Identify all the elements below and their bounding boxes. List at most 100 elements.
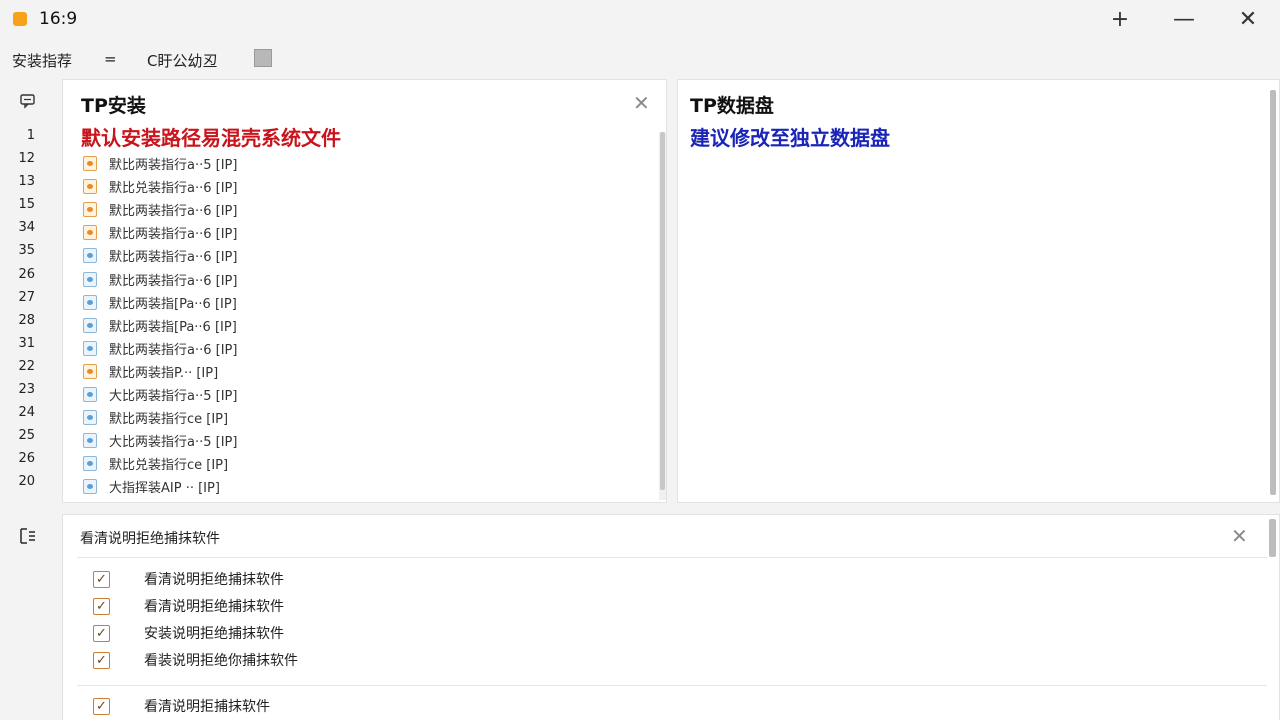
checkbox[interactable]: ✓	[93, 697, 110, 715]
file-list-item[interactable]: 默比两装指行a··6 [IP]	[83, 244, 237, 267]
list-icon[interactable]	[18, 526, 38, 546]
file-icon	[83, 410, 97, 426]
checklist-label: 看清说明拒捕抹软件	[144, 699, 270, 715]
checklist-item[interactable]: ✓ 安装说明拒绝捕抹软件	[93, 623, 284, 643]
file-list-item[interactable]: 默比兑装指行ce [IP]	[83, 452, 237, 475]
toolbar-square-button[interactable]	[254, 49, 272, 67]
comment-icon[interactable]	[18, 91, 38, 111]
title-bar: 16:9 + — ✕	[0, 0, 1280, 38]
line-number: 22	[18, 358, 35, 374]
menu-install-guide[interactable]: 安装指荐	[12, 50, 72, 71]
panel-title: TP安装	[81, 95, 146, 117]
line-number: 24	[18, 405, 35, 421]
divider	[77, 557, 1267, 558]
warning-text: 默认安装路径易混壳系统文件	[81, 126, 341, 150]
file-list-item[interactable]: 大指挥装AIP ·· [IP]	[83, 475, 237, 498]
line-number: 35	[18, 243, 35, 259]
line-number: 13	[18, 174, 35, 190]
line-number: 26	[18, 451, 35, 467]
file-list-item[interactable]: 大比两装指行a··5 [IP]	[83, 429, 237, 452]
file-name: 默比两装指行a··6 [IP]	[109, 250, 238, 266]
checkbox[interactable]: ✓	[93, 624, 110, 642]
file-list-item[interactable]: 大比两装指行a··5 [IP]	[83, 383, 237, 406]
panel-title: 看清说明拒绝捕抹软件	[80, 531, 220, 547]
line-number: 31	[18, 335, 35, 351]
file-name: 默比两装指行a··6 [IP]	[109, 273, 238, 289]
file-list-item[interactable]: 默比两装指行ce [IP]	[83, 406, 237, 429]
file-name: 默比兑装指行a··6 [IP]	[109, 181, 238, 197]
scrollbar[interactable]	[660, 132, 665, 490]
checklist-item[interactable]: ✓ 看清说明拒绝捕抹软件	[93, 596, 284, 616]
file-name: 大比两装指行a··5 [IP]	[109, 435, 238, 451]
close-window-button[interactable]: ✕	[1216, 0, 1280, 38]
file-list-item[interactable]: 默比两装指[Pa··6 [IP]	[83, 291, 237, 314]
checklist-label: 看清说明拒绝捕抹软件	[144, 599, 284, 615]
tp-data-disk-panel: TP数据盘 建议修改至独立数据盘	[677, 79, 1280, 503]
line-number: 26	[18, 266, 35, 282]
file-icon	[83, 202, 97, 218]
file-name: 默比两装指行a··5 [IP]	[109, 158, 238, 174]
line-number: 20	[18, 474, 35, 490]
file-name: 默比兑装指行ce [IP]	[109, 458, 229, 474]
file-icon	[83, 225, 97, 241]
file-icon	[83, 386, 97, 402]
file-icon	[83, 317, 97, 333]
file-icon	[83, 363, 97, 379]
file-list-item[interactable]: 默比两装指行a··6 [IP]	[83, 337, 237, 360]
line-numbers: 1 12 13 15 34 35 26 27 28 31 22 23 24 25 26 20	[0, 124, 50, 494]
panel-title: TP数据盘	[690, 95, 774, 117]
file-icon	[83, 271, 97, 287]
software-checklist-panel: 看清说明拒绝捕抹软件 ✕ ✓ 看清说明拒绝捕抹软件 ✓ 看清说明拒绝捕抹软件 ✓…	[62, 514, 1280, 720]
file-name: 默比两装指[Pa··6 [IP]	[109, 319, 237, 335]
tp-install-panel: TP安装 ✕ 默认安装路径易混壳系统文件 默比两装指行a··5 [IP] 默比兑装…	[62, 79, 667, 503]
file-list-item[interactable]: 默比两装指行a··6 [IP]	[83, 221, 237, 244]
checklist-item[interactable]: ✓ 看装说明拒绝你捕抹软件	[93, 650, 298, 670]
file-icon	[83, 456, 97, 472]
file-list-item[interactable]: 默比两装指行a··6 [IP]	[83, 267, 237, 290]
file-name: 大指挥装AIP ·· [IP]	[109, 481, 220, 497]
file-list-item[interactable]: 默比两装指行a··5 [IP]	[83, 152, 237, 175]
line-number: 15	[18, 197, 35, 213]
line-number: 34	[18, 220, 35, 236]
checklist-label: 看清说明拒绝捕抹软件	[144, 572, 284, 588]
file-icon	[83, 248, 97, 264]
checkbox[interactable]: ✓	[93, 651, 110, 669]
line-number: 25	[18, 428, 35, 444]
file-icon	[83, 340, 97, 356]
checklist-item[interactable]: ✓ 看清说明拒绝捕抹软件	[93, 569, 284, 589]
file-icon	[83, 433, 97, 449]
file-icon	[83, 179, 97, 195]
checklist-item[interactable]: ✓ 看清说明拒捕抹软件	[93, 696, 270, 716]
menu-office[interactable]: C盱公幼丒	[147, 50, 217, 71]
file-list-item[interactable]: 默比两装指行a··6 [IP]	[83, 198, 237, 221]
new-window-button[interactable]: +	[1088, 0, 1152, 38]
close-icon[interactable]: ✕	[1231, 526, 1248, 546]
toolbar: 安装指荐 = C盱公幼丒	[0, 42, 1280, 76]
file-list-item[interactable]: 默比兑装指行a··6 [IP]	[83, 175, 237, 198]
window-controls: + — ✕	[1088, 0, 1280, 38]
scrollbar[interactable]	[1269, 519, 1276, 557]
file-name: 默比两装指行ce [IP]	[109, 412, 229, 428]
file-icon	[83, 156, 97, 172]
file-icon	[83, 479, 97, 495]
file-list: 默比两装指行a··5 [IP] 默比兑装指行a··6 [IP] 默比两装指行a··6…	[83, 152, 237, 498]
checkbox[interactable]: ✓	[93, 597, 110, 615]
line-number: 27	[18, 289, 35, 305]
app-icon	[13, 12, 27, 26]
checklist-label: 安装说明拒绝捕抹软件	[144, 626, 284, 642]
file-name: 默比两装指P.·· [IP]	[109, 365, 219, 381]
checklist-label: 看装说明拒绝你捕抹软件	[144, 653, 298, 669]
file-name: 默比两装指[Pa··6 [IP]	[109, 296, 237, 312]
line-number: 28	[18, 312, 35, 328]
line-number: 23	[18, 382, 35, 398]
minimize-button[interactable]: —	[1152, 0, 1216, 38]
checkbox[interactable]: ✓	[93, 570, 110, 588]
file-list-item[interactable]: 默比两装指[Pa··6 [IP]	[83, 314, 237, 337]
scrollbar[interactable]	[1270, 90, 1276, 495]
file-list-item[interactable]: 默比两装指P.·· [IP]	[83, 360, 237, 383]
menu-equals[interactable]: =	[104, 50, 117, 68]
file-name: 默比两装指行a··6 [IP]	[109, 227, 238, 243]
warning-text: 建议修改至独立数据盘	[690, 126, 890, 150]
close-icon[interactable]: ✕	[633, 93, 650, 113]
divider	[77, 685, 1267, 686]
